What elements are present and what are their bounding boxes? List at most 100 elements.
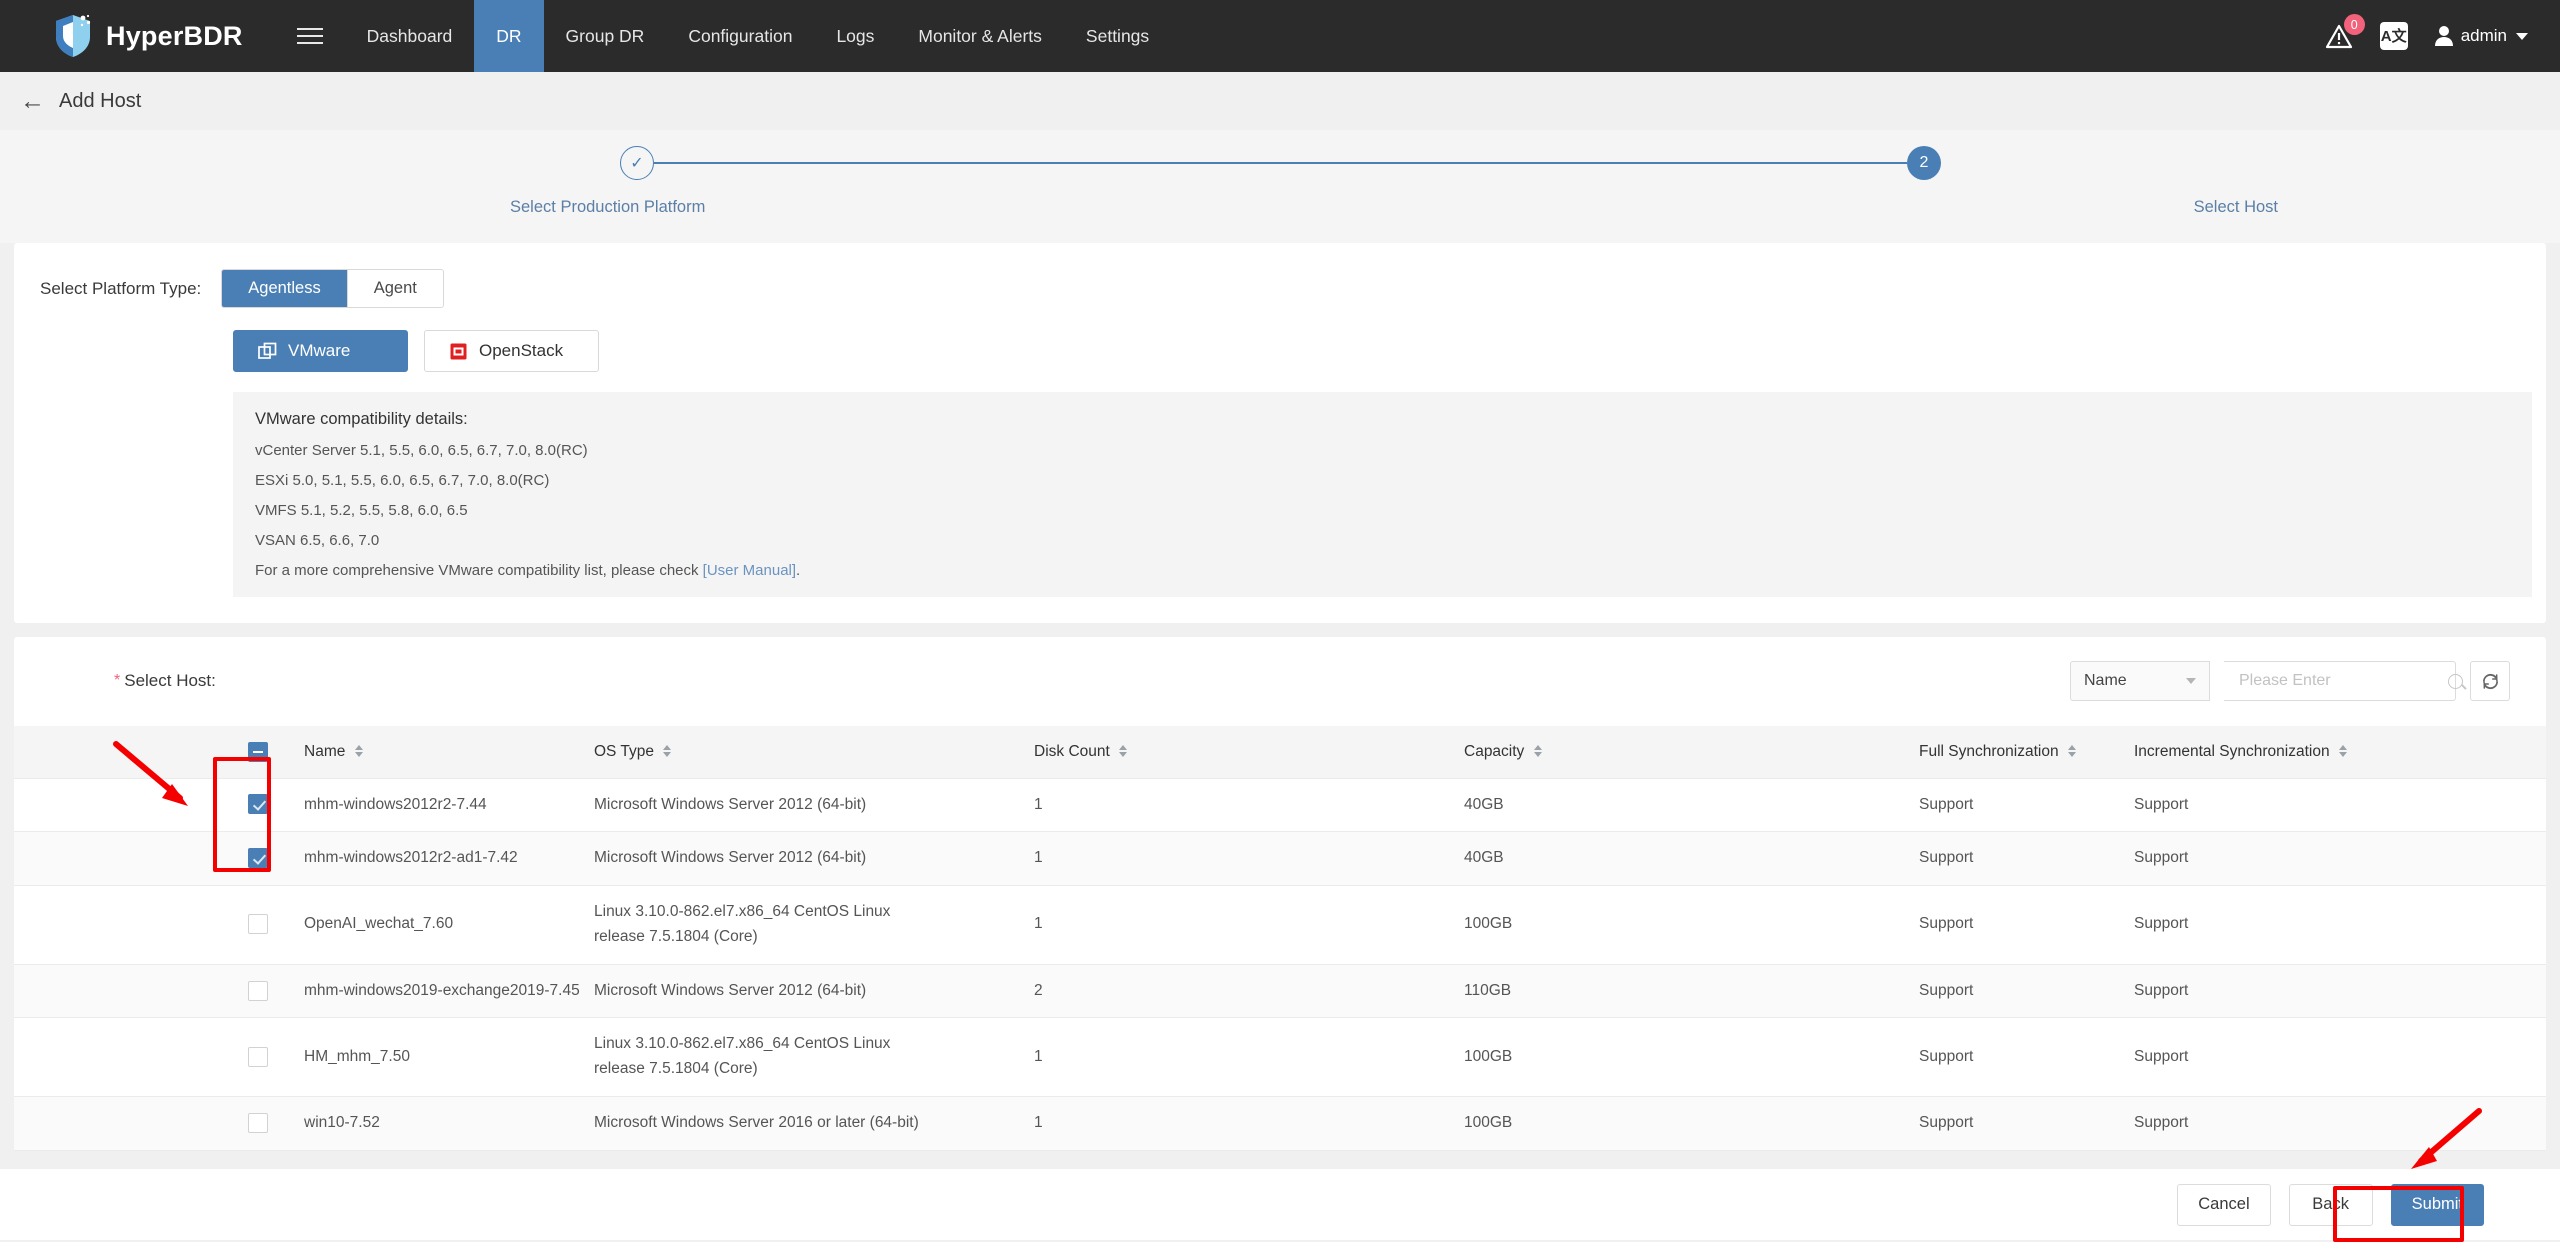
cell-capacity: 100GB [1464,1018,1919,1097]
user-manual-link[interactable]: [User Manual] [703,562,796,579]
platform-type-label: Select Platform Type: [40,279,201,299]
step-1-label: Select Production Platform [510,198,705,217]
user-menu[interactable]: admin [2434,25,2528,47]
page-header: ← Add Host [0,72,2560,130]
language-switch-icon[interactable]: A文 [2380,22,2408,50]
nav-item-logs[interactable]: Logs [814,0,896,72]
row-checkbox[interactable] [248,981,268,1001]
user-name: admin [2461,26,2507,46]
cell-name: OpenAI_wechat_7.60 [304,886,594,965]
row-checkbox-cell [14,832,304,886]
main-nav: Dashboard DR Group DR Configuration Logs… [345,0,1172,72]
row-checkbox-cell [14,964,304,1018]
search-input[interactable] [2237,671,2448,691]
back-arrow-icon[interactable]: ← [20,89,45,114]
compat-line-vmfs: VMFS 5.1, 5.2, 5.5, 5.8, 6.0, 6.5 [255,502,2510,519]
user-avatar-icon [2434,25,2454,47]
alerts-button[interactable]: 0 [2324,21,2354,51]
sort-icon[interactable] [355,745,363,757]
cell-full-sync: Support [1919,1097,2134,1151]
brand-logo-area[interactable]: HyperBDR [0,0,253,72]
search-input-wrapper[interactable] [2224,661,2456,701]
topbar-right-controls: 0 A文 admin [2324,0,2560,72]
row-checkbox[interactable] [248,794,268,814]
hamburger-bar [297,42,323,44]
platform-openstack-label: OpenStack [479,341,563,361]
column-header-name[interactable]: Name [304,726,594,778]
page-title: Add Host [59,90,141,113]
host-panel-header: * Select Host: Name [14,661,2546,701]
platform-type-agent-button[interactable]: Agent [347,270,443,307]
select-all-checkbox[interactable] [248,742,268,762]
cell-full-sync: Support [1919,1018,2134,1097]
cell-os-type: Microsoft Windows Server 2012 (64-bit) [594,778,1034,832]
step-connector-line [654,162,1907,164]
table-row[interactable]: HM_mhm_7.50 Linux 3.10.0-862.el7.x86_64 … [14,1018,2546,1097]
table-header-row: Name OS Type Disk Count Capacity Full Sy… [14,726,2546,778]
compat-footer-prefix: For a more comprehensive VMware compatib… [255,562,703,579]
column-header-os-type[interactable]: OS Type [594,726,1034,778]
nav-item-settings[interactable]: Settings [1064,0,1171,72]
table-row[interactable]: mhm-windows2012r2-7.44 Microsoft Windows… [14,778,2546,832]
cell-disk-count: 1 [1034,1097,1464,1151]
platform-vmware-button[interactable]: VMware [233,330,408,372]
hamburger-menu-icon[interactable] [289,0,331,72]
cell-disk-count: 1 [1034,832,1464,886]
cell-incremental-sync: Support [2134,832,2546,886]
column-header-incremental-sync[interactable]: Incremental Synchronization [2134,726,2546,778]
column-label-name: Name [304,743,345,760]
vmware-compatibility-box: VMware compatibility details: vCenter Se… [233,392,2532,597]
sort-icon[interactable] [663,745,671,757]
cell-disk-count: 1 [1034,886,1464,965]
row-checkbox[interactable] [248,1047,268,1067]
required-asterisk: * [114,672,120,690]
nav-item-dr[interactable]: DR [474,0,543,72]
cancel-button[interactable]: Cancel [2177,1184,2270,1226]
cell-incremental-sync: Support [2134,1097,2546,1151]
table-row[interactable]: win10-7.52 Microsoft Windows Server 2016… [14,1097,2546,1151]
sort-icon[interactable] [1534,745,1542,757]
back-button[interactable]: Back [2289,1184,2373,1226]
search-field-select[interactable]: Name [2070,661,2210,701]
compat-title: VMware compatibility details: [255,410,2510,429]
nav-item-group-dr[interactable]: Group DR [544,0,667,72]
platform-type-agentless-button[interactable]: Agentless [222,270,346,307]
nav-item-monitor-alerts[interactable]: Monitor & Alerts [896,0,1064,72]
footer-actions: Cancel Back Submit [0,1168,2560,1240]
row-checkbox-cell [14,1097,304,1151]
top-navigation-bar: HyperBDR Dashboard DR Group DR Configura… [0,0,2560,72]
search-icon[interactable] [2448,674,2463,689]
search-field-value: Name [2084,672,2127,690]
hyperbdr-shield-icon [52,13,94,59]
refresh-button[interactable] [2470,661,2510,701]
cell-name: mhm-windows2012r2-7.44 [304,778,594,832]
column-label-os-type: OS Type [594,743,654,760]
row-checkbox[interactable] [248,914,268,934]
row-checkbox[interactable] [248,1113,268,1133]
platform-openstack-button[interactable]: OpenStack [424,330,599,372]
nav-item-configuration[interactable]: Configuration [666,0,814,72]
sort-icon[interactable] [1119,745,1127,757]
cell-name: HM_mhm_7.50 [304,1018,594,1097]
step-2-label: Select Host [2194,198,2278,217]
cell-capacity: 100GB [1464,1097,1919,1151]
sort-icon[interactable] [2068,745,2076,757]
platform-type-toggle: Agentless Agent [221,269,444,308]
brand-name: HyperBDR [106,21,243,52]
table-row[interactable]: OpenAI_wechat_7.60 Linux 3.10.0-862.el7.… [14,886,2546,965]
column-header-full-sync[interactable]: Full Synchronization [1919,726,2134,778]
vmware-icon [258,342,277,361]
cell-name: mhm-windows2019-exchange2019-7.45 [304,964,594,1018]
sort-icon[interactable] [2339,745,2347,757]
nav-item-dashboard[interactable]: Dashboard [345,0,475,72]
column-header-disk-count[interactable]: Disk Count [1034,726,1464,778]
table-row[interactable]: mhm-windows2019-exchange2019-7.45 Micros… [14,964,2546,1018]
row-checkbox[interactable] [248,848,268,868]
column-label-full-sync: Full Synchronization [1919,743,2059,760]
cell-os-type: Linux 3.10.0-862.el7.x86_64 CentOS Linux… [594,1018,1034,1097]
cell-disk-count: 1 [1034,1018,1464,1097]
column-header-capacity[interactable]: Capacity [1464,726,1919,778]
table-row[interactable]: mhm-windows2012r2-ad1-7.42 Microsoft Win… [14,832,2546,886]
cell-name: win10-7.52 [304,1097,594,1151]
submit-button[interactable]: Submit [2391,1184,2484,1226]
